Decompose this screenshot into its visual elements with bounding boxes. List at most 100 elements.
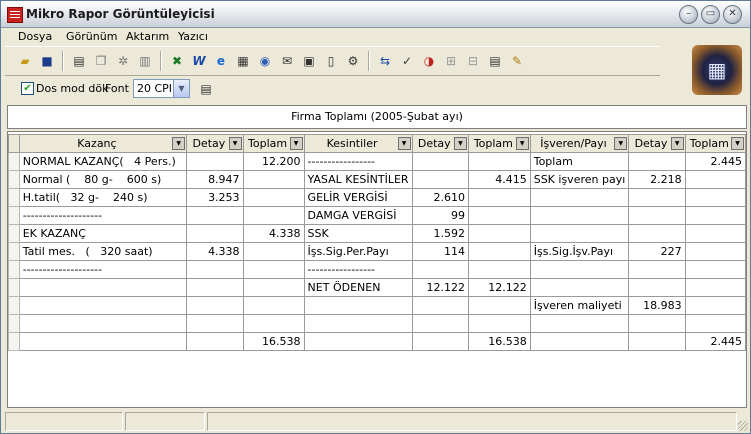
column-filter-dropdown-icon[interactable]: ▼	[670, 137, 684, 150]
row-selector[interactable]	[8, 206, 20, 225]
table-cell[interactable]	[186, 206, 244, 225]
table-cell[interactable]	[467, 206, 531, 225]
column-filter-dropdown-icon[interactable]: ▼	[228, 137, 242, 150]
table-cell[interactable]	[186, 296, 244, 315]
table-cell[interactable]: Tatil mes. ( 320 saat)	[18, 242, 188, 261]
table-cell[interactable]	[242, 314, 305, 333]
table-cell[interactable]	[529, 260, 630, 279]
dos-mode-checkbox[interactable]: ✔	[21, 82, 34, 95]
table-cell[interactable]: 12.122	[467, 278, 531, 297]
table-cell[interactable]	[242, 188, 305, 207]
table-cell[interactable]: 12.122	[411, 278, 469, 297]
table-cell[interactable]	[684, 278, 747, 297]
row-selector[interactable]	[8, 278, 20, 297]
copy-icon[interactable]: ❐	[93, 53, 109, 69]
html-export-icon[interactable]: ◉	[257, 53, 273, 69]
printer-icon[interactable]: ▤	[198, 81, 214, 97]
table-cell[interactable]: 1.592	[411, 224, 469, 243]
column-header[interactable]: Toplam ▼	[242, 134, 305, 153]
open-folder-icon[interactable]: ▰	[17, 53, 33, 69]
table-cell[interactable]	[467, 260, 531, 279]
table-cell[interactable]	[628, 224, 686, 243]
table-cell[interactable]	[242, 170, 305, 189]
table-cell[interactable]: 16.538	[242, 332, 305, 351]
table-cell[interactable]: Normal ( 80 g- 600 s)	[18, 170, 188, 189]
table-cell[interactable]: 2.445	[684, 152, 747, 171]
table-cell[interactable]	[467, 314, 531, 333]
table-cell[interactable]	[467, 188, 531, 207]
table-cell[interactable]	[186, 314, 244, 333]
table-cell[interactable]	[186, 152, 244, 171]
table-cell[interactable]: İşs.Sig.İşv.Payı	[529, 242, 630, 261]
table-cell[interactable]: 3.253	[186, 188, 244, 207]
close-icon[interactable]: ✕	[723, 5, 742, 24]
table-cell[interactable]: 114	[411, 242, 469, 261]
settings-gear-icon[interactable]: ✲	[115, 53, 131, 69]
table-cell[interactable]	[684, 224, 747, 243]
report-grid[interactable]: Kazanç ▼ Detay ▼ Toplam ▼ Kesintiler ▼ Detay ▼ Top…	[7, 131, 747, 408]
table-cell[interactable]	[529, 314, 630, 333]
table-cell[interactable]	[411, 296, 469, 315]
table-cell[interactable]	[529, 278, 630, 297]
table-cell[interactable]	[628, 188, 686, 207]
pen-edit-icon[interactable]: ✎	[509, 53, 525, 69]
table-row[interactable]	[8, 314, 747, 333]
email-icon[interactable]: ✉	[279, 53, 295, 69]
column-header[interactable]: Detay ▼	[411, 134, 469, 153]
table-cell[interactable]	[684, 242, 747, 261]
tree-collapse-icon[interactable]: ⊟	[465, 53, 481, 69]
table-cell[interactable]	[242, 278, 305, 297]
column-filter-dropdown-icon[interactable]: ▼	[453, 137, 467, 150]
table-cell[interactable]	[684, 206, 747, 225]
table-cell[interactable]	[628, 152, 686, 171]
table-row[interactable]: Tatil mes. ( 320 saat) 4.338 İşs.Sig.Per.P…	[8, 242, 747, 261]
table-row[interactable]: İşveren maliyeti 18.983	[8, 296, 747, 315]
table-cell[interactable]: --------------------	[18, 260, 188, 279]
filter-check-icon[interactable]: ✓	[399, 53, 415, 69]
menu-gorunum[interactable]: Görünüm	[66, 30, 117, 43]
table-cell[interactable]	[628, 206, 686, 225]
table-cell[interactable]	[628, 260, 686, 279]
table-cell[interactable]	[529, 206, 630, 225]
table-cell[interactable]: Toplam	[529, 152, 630, 171]
table-cell[interactable]	[467, 152, 531, 171]
table-cell[interactable]	[186, 224, 244, 243]
table-cell[interactable]	[411, 314, 469, 333]
tree-expand-icon[interactable]: ⊞	[443, 53, 459, 69]
column-filter-dropdown-icon[interactable]: ▼	[172, 137, 186, 150]
menu-aktarim[interactable]: Aktarım	[126, 30, 169, 43]
column-header[interactable]: Toplam ▼	[684, 134, 747, 153]
table-cell[interactable]: SSK	[303, 224, 413, 243]
table-cell[interactable]: EK KAZANÇ	[18, 224, 188, 243]
book-icon[interactable]: ▥	[137, 53, 153, 69]
table-cell[interactable]: SSK işveren payı	[529, 170, 630, 189]
row-selector[interactable]	[8, 332, 20, 351]
transfer-icon[interactable]: ⇆	[377, 53, 393, 69]
table-cell[interactable]: 2.445	[684, 332, 747, 351]
table-cell[interactable]: 18.983	[628, 296, 686, 315]
column-filter-dropdown-icon[interactable]: ▼	[289, 137, 303, 150]
table-cell[interactable]: 12.200	[242, 152, 305, 171]
column-header[interactable]: Kesintiler ▼	[303, 134, 413, 153]
row-selector[interactable]	[8, 242, 20, 261]
row-selector[interactable]	[8, 224, 20, 243]
column-header[interactable]: Toplam ▼	[467, 134, 531, 153]
table-cell[interactable]	[529, 224, 630, 243]
table-cell[interactable]	[411, 260, 469, 279]
row-selector[interactable]	[8, 170, 20, 189]
row-selector[interactable]	[8, 314, 20, 333]
column-filter-dropdown-icon[interactable]: ▼	[397, 137, 411, 150]
table-cell[interactable]	[628, 314, 686, 333]
table-cell[interactable]: NORMAL KAZANÇ( 4 Pers.)	[18, 152, 188, 171]
row-selector[interactable]	[8, 296, 20, 315]
column-filter-dropdown-icon[interactable]: ▼	[614, 137, 628, 150]
table-cell[interactable]: 2.610	[411, 188, 469, 207]
table-cell[interactable]: 227	[628, 242, 686, 261]
table-cell[interactable]	[18, 332, 188, 351]
minimize-icon[interactable]: –	[679, 5, 698, 24]
chart-icon[interactable]: ◑	[421, 53, 437, 69]
table-cell[interactable]	[186, 278, 244, 297]
table-cell[interactable]: -----------------	[303, 152, 413, 171]
table-cell[interactable]	[529, 188, 630, 207]
column-filter-dropdown-icon[interactable]: ▼	[515, 137, 529, 150]
